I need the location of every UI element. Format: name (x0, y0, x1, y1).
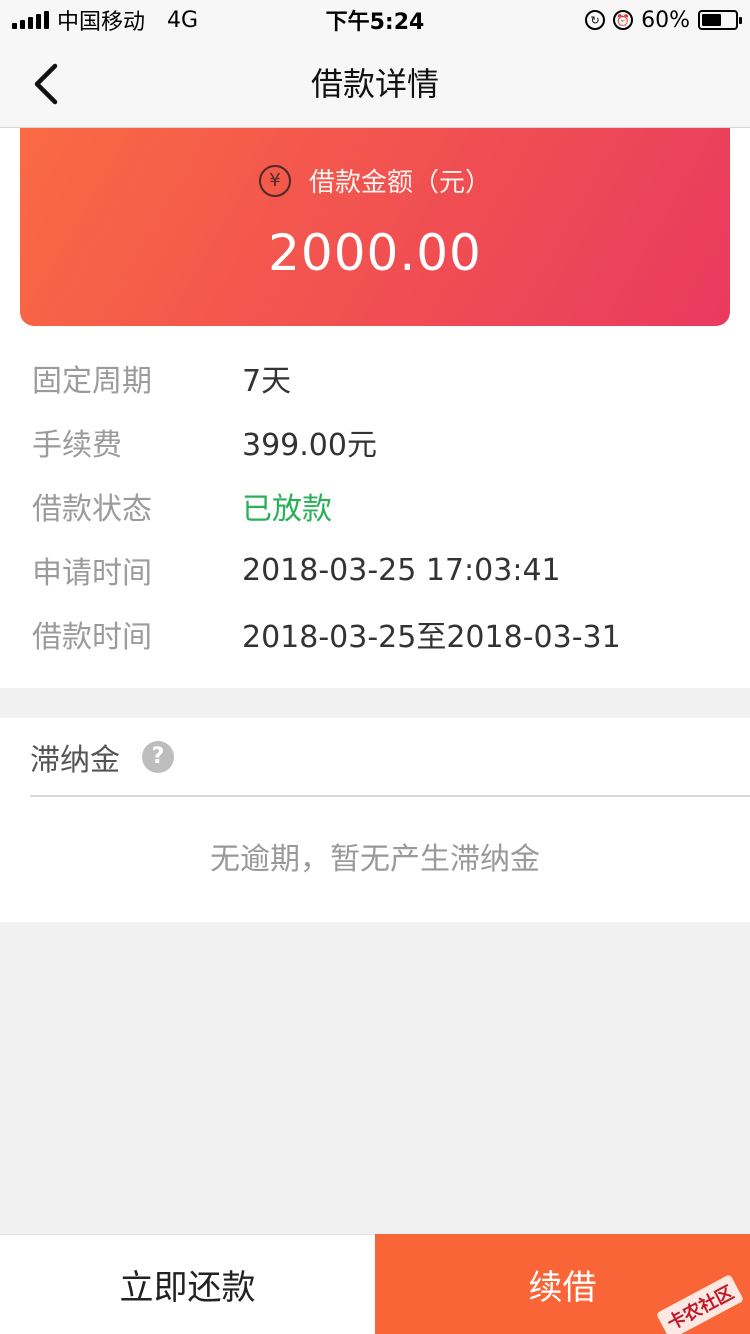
battery-fill (702, 14, 722, 26)
amount-label-row: ¥ 借款金额（元） (20, 162, 730, 199)
loan-info-list: 固定周期 7天 手续费 399.00元 借款状态 已放款 申请时间 2018-0… (32, 346, 722, 666)
repay-now-button[interactable]: 立即还款 (0, 1234, 375, 1334)
info-row-status: 借款状态 已放款 (32, 474, 722, 538)
battery-icon (698, 10, 742, 30)
battery-percent: 60% (641, 7, 690, 33)
info-value: 7天 (242, 364, 292, 399)
info-row-loan-time: 借款时间 2018-03-25至2018-03-31 (32, 602, 722, 666)
info-row-period: 固定周期 7天 (32, 346, 722, 410)
rotation-lock-icon: ↻ (585, 10, 606, 30)
carrier-name: 中国移动 (57, 10, 146, 35)
late-fee-header: 滞纳金 ? (30, 718, 750, 797)
loan-summary-section: ¥ 借款金额（元） 2000.00 固定周期 7天 手续费 399.00元 借款… (0, 128, 750, 688)
alarm-icon: ⏰ (613, 10, 634, 30)
network-type: 4G (167, 7, 199, 33)
status-left: 中国移动 4G (12, 4, 198, 36)
info-value: 2018-03-25 17:03:41 (242, 552, 561, 588)
info-label: 借款时间 (32, 620, 152, 655)
renew-loan-button[interactable]: 续借 卡农社区 (375, 1234, 750, 1334)
late-fee-title: 滞纳金 (30, 742, 120, 778)
signal-icon (12, 11, 49, 29)
amount-label: 借款金额（元） (308, 168, 491, 198)
status-right: ↻ ⏰ 60% (585, 7, 742, 33)
page-title: 借款详情 (310, 65, 439, 103)
bottom-action-bar: 立即还款 续借 卡农社区 (0, 1234, 750, 1334)
yen-icon: ¥ (258, 164, 291, 197)
late-fee-note: 无逾期，暂无产生滞纳金 (210, 842, 540, 877)
info-label: 申请时间 (32, 556, 152, 591)
info-value: 399.00元 (242, 428, 377, 463)
info-row-apply-time: 申请时间 2018-03-25 17:03:41 (32, 538, 722, 602)
nav-bar: 借款详情 (0, 40, 750, 128)
amount-card: ¥ 借款金额（元） 2000.00 (20, 128, 730, 326)
renew-label: 续借 (528, 1267, 597, 1308)
info-row-fee: 手续费 399.00元 (32, 410, 722, 474)
info-label: 手续费 (32, 428, 122, 463)
loan-amount: 2000.00 (268, 224, 482, 282)
info-label: 借款状态 (32, 492, 152, 527)
status-value: 已放款 (242, 492, 332, 527)
watermark-logo: 卡农社区 (655, 1274, 745, 1334)
late-fee-section: 滞纳金 ? 无逾期，暂无产生滞纳金 (0, 718, 750, 922)
status-bar: 中国移动 4G 下午5:24 ↻ ⏰ 60% (0, 0, 750, 40)
info-value: 2018-03-25至2018-03-31 (242, 620, 621, 655)
info-label: 固定周期 (32, 364, 152, 399)
help-icon[interactable]: ? (142, 740, 174, 773)
